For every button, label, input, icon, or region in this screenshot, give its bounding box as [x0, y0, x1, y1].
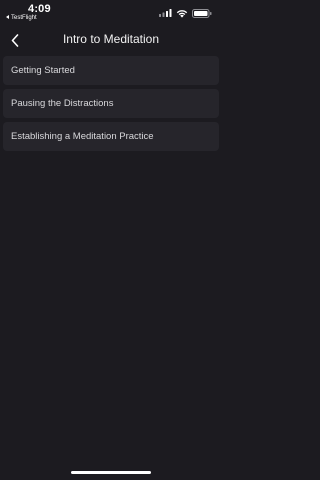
status-icons — [159, 8, 212, 18]
lesson-list: Getting Started Pausing the Distractions… — [3, 56, 219, 155]
lesson-item-getting-started[interactable]: Getting Started — [3, 56, 219, 85]
cellular-signal-icon — [159, 9, 172, 17]
lesson-item-pausing-distractions[interactable]: Pausing the Distractions — [3, 89, 219, 118]
lesson-item-label: Getting Started — [11, 65, 75, 76]
battery-icon — [192, 8, 212, 18]
page-title: Intro to Meditation — [62, 32, 160, 46]
status-bar: 4:09 TestFlight — [0, 0, 222, 26]
status-time: 4:09 — [28, 3, 51, 15]
lesson-item-label: Establishing a Meditation Practice — [11, 131, 154, 142]
back-app-label: TestFlight — [11, 15, 37, 21]
wifi-icon — [176, 9, 188, 18]
lesson-item-establishing-practice[interactable]: Establishing a Meditation Practice — [3, 122, 219, 151]
back-triangle-icon — [6, 15, 9, 19]
home-indicator[interactable] — [71, 471, 151, 474]
lesson-item-label: Pausing the Distractions — [11, 98, 114, 109]
navigation-bar: Intro to Meditation — [0, 28, 222, 52]
back-to-app-link[interactable]: TestFlight — [6, 15, 37, 21]
